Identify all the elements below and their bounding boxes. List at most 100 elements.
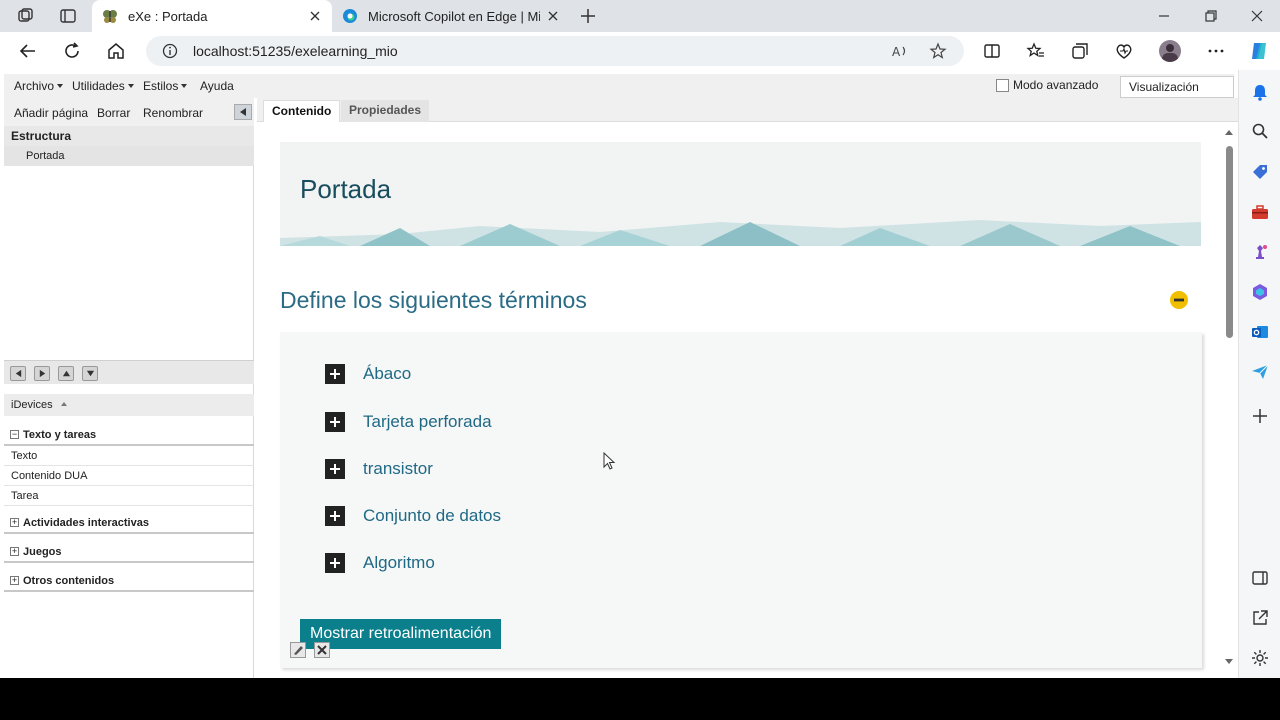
search-icon[interactable] <box>1250 121 1270 141</box>
move-up-button[interactable] <box>58 366 74 381</box>
collections-icon[interactable] <box>1070 41 1090 61</box>
idevice-texto[interactable]: Texto <box>4 446 254 466</box>
avatar-body <box>1162 53 1178 62</box>
menu-estilos-label: Estilos <box>143 79 179 93</box>
collapse-box-icon: − <box>10 429 19 439</box>
minimize-icon[interactable] <box>1156 8 1172 24</box>
new-tab-icon[interactable] <box>579 7 597 25</box>
tab-propiedades[interactable]: Propiedades <box>341 100 430 122</box>
profile-avatar[interactable] <box>1159 40 1181 62</box>
rename-page-button[interactable]: Renombrar <box>143 106 203 120</box>
tree-node-portada[interactable]: Portada <box>4 146 254 166</box>
plus-expand-icon[interactable] <box>325 412 345 432</box>
plus-expand-icon[interactable] <box>325 553 345 573</box>
scroll-down-icon[interactable] <box>1224 658 1234 666</box>
send-paper-plane-icon[interactable] <box>1250 362 1270 382</box>
delete-page-button[interactable]: Borrar <box>97 106 130 120</box>
menu-archivo-label: Archivo <box>14 79 55 93</box>
category-label: Actividades interactivas <box>23 517 149 529</box>
preview-button[interactable]: Visualización previa <box>1120 76 1234 114</box>
delete-x-icon[interactable] <box>314 642 330 658</box>
close-tab-icon[interactable] <box>546 9 560 23</box>
tools-toolbox-icon[interactable] <box>1250 202 1270 222</box>
term-item[interactable]: Tarjeta perforada <box>325 411 492 433</box>
idevice-tarea[interactable]: Tarea <box>4 486 254 506</box>
close-tab-icon[interactable] <box>308 9 322 23</box>
move-right-button[interactable] <box>34 366 50 381</box>
collapse-minus-icon[interactable] <box>1169 290 1189 310</box>
arrow-left-icon <box>240 108 246 116</box>
plus-expand-icon[interactable] <box>325 459 345 479</box>
scroll-up-icon[interactable] <box>1224 128 1234 136</box>
term-item[interactable]: transistor <box>325 458 433 480</box>
info-icon[interactable] <box>162 43 178 59</box>
arrow-up-icon <box>62 370 71 377</box>
category-otros-contenidos[interactable]: + Otros contenidos <box>4 570 254 592</box>
term-item[interactable]: Conjunto de datos <box>325 505 501 527</box>
favorite-star-icon[interactable] <box>929 42 947 60</box>
menu-ayuda[interactable]: Ayuda <box>200 79 234 93</box>
browser-tab-copilot[interactable]: Microsoft Copilot en Edge | Micr <box>332 0 570 32</box>
open-external-icon[interactable] <box>1250 608 1270 628</box>
browser-toolbar: localhost:51235/exelearning_mio A <box>0 32 1280 70</box>
term-label: Algoritmo <box>363 553 435 572</box>
copilot-icon[interactable] <box>1248 40 1270 62</box>
show-feedback-button[interactable]: Mostrar retroalimentación <box>300 619 502 649</box>
add-plus-icon[interactable] <box>1250 406 1270 426</box>
tab-title: eXe : Portada <box>128 8 208 24</box>
term-label: Conjunto de datos <box>363 506 501 525</box>
favorites-icon[interactable] <box>1026 41 1046 61</box>
close-window-icon[interactable] <box>1249 8 1265 24</box>
sidebar-layout-icon[interactable] <box>1250 568 1270 588</box>
term-item[interactable]: Ábaco <box>325 363 411 385</box>
workspaces-icon[interactable] <box>17 7 35 25</box>
outlook-icon[interactable] <box>1250 322 1270 342</box>
menu-utilidades[interactable]: Utilidades <box>72 79 134 93</box>
idevice-contenido-dua[interactable]: Contenido DUA <box>4 466 254 486</box>
shopping-tag-icon[interactable] <box>1250 162 1270 182</box>
term-item[interactable]: Algoritmo <box>325 552 435 574</box>
term-label: Ábaco <box>363 364 412 383</box>
address-bar[interactable]: localhost:51235/exelearning_mio A <box>146 36 964 66</box>
edge-sidebar <box>1238 70 1280 678</box>
browser-tab-exe[interactable]: eXe : Portada <box>92 0 332 32</box>
games-chess-icon[interactable] <box>1250 242 1270 262</box>
restore-icon[interactable] <box>1203 8 1219 24</box>
category-actividades-interactivas[interactable]: + Actividades interactivas <box>4 512 254 534</box>
add-page-button[interactable]: Añadir página <box>14 106 88 120</box>
menu-archivo[interactable]: Archivo <box>14 79 64 93</box>
caret-down-icon <box>127 84 134 88</box>
plus-expand-icon[interactable] <box>325 506 345 526</box>
move-left-button[interactable] <box>10 366 26 381</box>
advanced-mode-toggle[interactable]: Modo avanzado <box>996 78 1098 92</box>
scrollbar-thumb[interactable] <box>1226 146 1233 338</box>
notifications-bell-icon[interactable] <box>1250 82 1270 102</box>
settings-gear-icon[interactable] <box>1250 648 1270 668</box>
edit-pencil-icon[interactable] <box>290 642 306 658</box>
microsoft-365-icon[interactable] <box>1250 282 1270 302</box>
home-icon[interactable] <box>106 41 126 61</box>
menu-bar: Archivo Utilidades Estilos Ayuda Modo av… <box>4 74 1234 114</box>
exe-app: Archivo Utilidades Estilos Ayuda Modo av… <box>0 70 1238 678</box>
exe-butterfly-icon <box>103 10 117 23</box>
category-texto-tareas[interactable]: − Texto y tareas <box>4 424 254 446</box>
sort-up-icon <box>60 402 67 406</box>
back-arrow-icon[interactable] <box>18 41 38 61</box>
browser-essentials-icon[interactable] <box>1114 41 1134 61</box>
collapse-panel-button[interactable] <box>234 104 252 120</box>
read-aloud-icon[interactable]: A <box>891 42 909 60</box>
tab-actions-icon[interactable] <box>59 7 77 25</box>
caret-down-icon <box>57 84 64 88</box>
idevices-header[interactable]: iDevices <box>4 394 254 416</box>
mouse-cursor-icon <box>603 452 616 470</box>
move-down-button[interactable] <box>82 366 98 381</box>
refresh-icon[interactable] <box>62 41 82 61</box>
menu-estilos[interactable]: Estilos <box>143 79 188 93</box>
more-options-icon[interactable] <box>1206 41 1226 61</box>
category-juegos[interactable]: + Juegos <box>4 541 254 563</box>
plus-expand-icon[interactable] <box>325 364 345 384</box>
advanced-mode-checkbox[interactable] <box>996 78 1009 92</box>
tab-contenido[interactable]: Contenido <box>263 100 341 122</box>
split-screen-icon[interactable] <box>982 41 1002 61</box>
category-label: Juegos <box>23 546 62 558</box>
